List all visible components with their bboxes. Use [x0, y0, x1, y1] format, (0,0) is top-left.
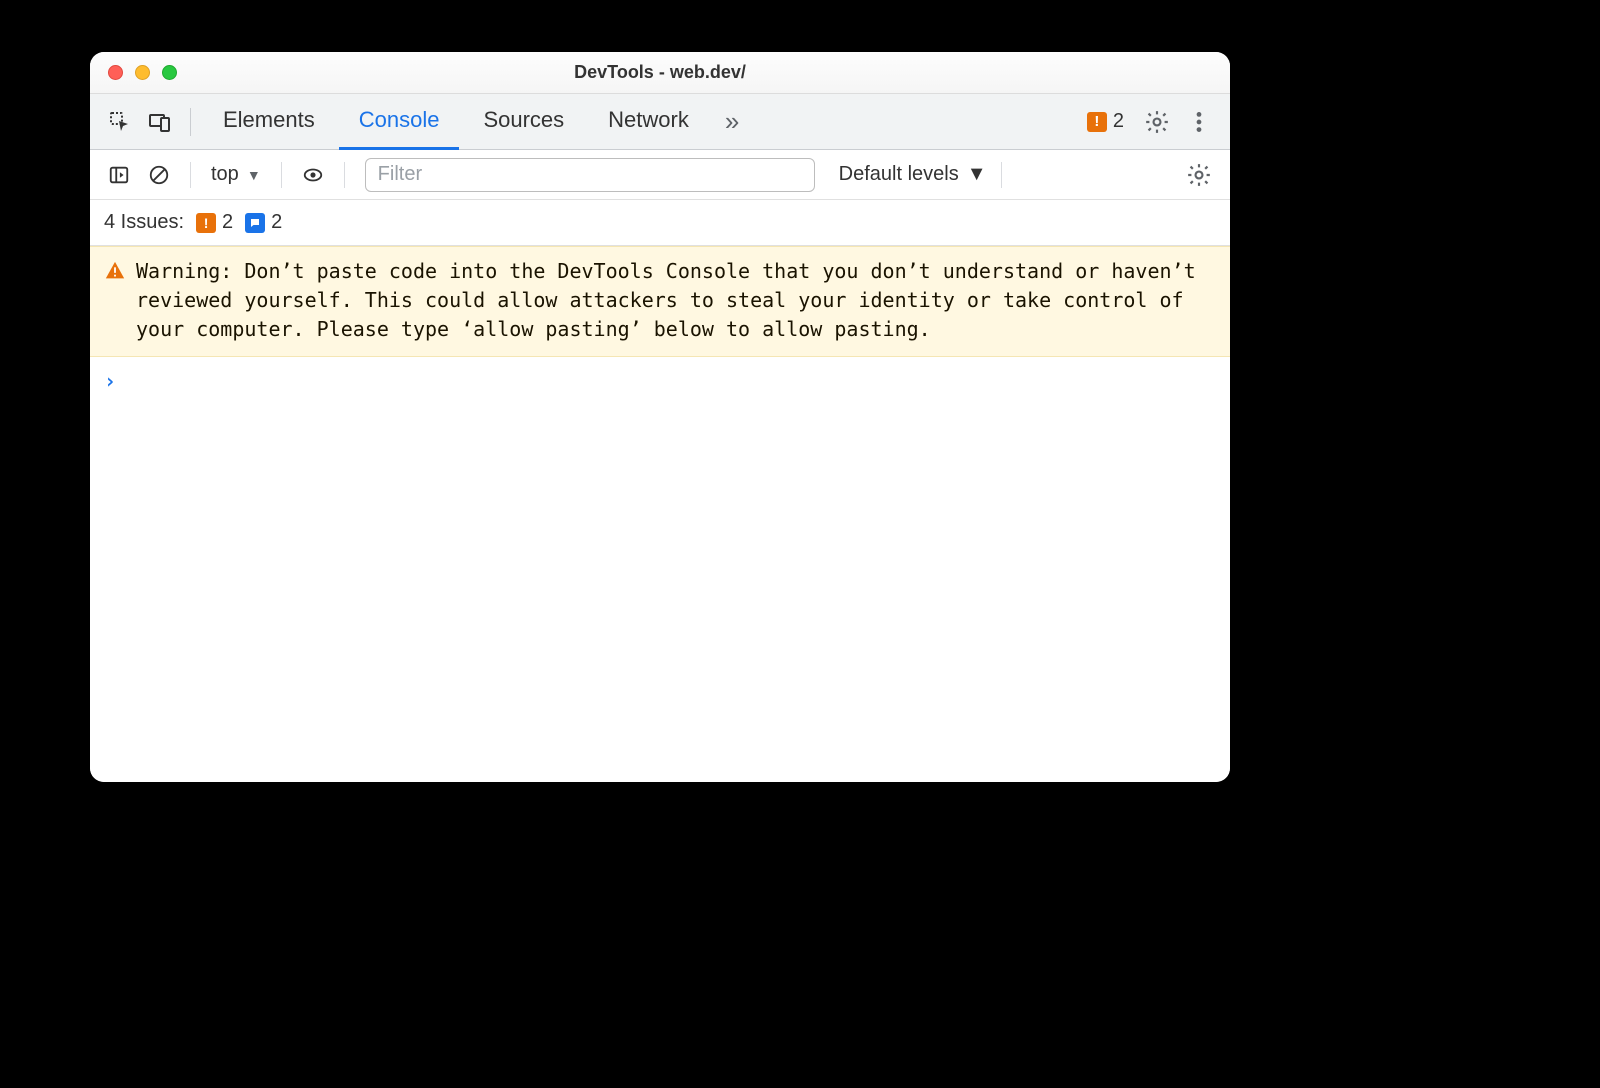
issues-label: 4 Issues:	[104, 211, 184, 234]
minimize-window-button[interactable]	[135, 65, 150, 80]
tab-label: Sources	[483, 107, 564, 133]
self-xss-warning: Warning: Don’t paste code into the DevTo…	[90, 246, 1230, 357]
titlebar: DevTools - web.dev/	[90, 52, 1230, 94]
tab-label: Network	[608, 107, 689, 133]
warning-badge-icon: !	[1087, 112, 1107, 132]
divider	[281, 162, 282, 188]
settings-button[interactable]	[1138, 103, 1176, 141]
divider	[190, 162, 191, 188]
devtools-window: DevTools - web.dev/ Elements Console Sou…	[90, 52, 1230, 782]
console-prompt[interactable]: ›	[90, 357, 1230, 405]
filter-input[interactable]	[365, 158, 815, 192]
warning-badge-icon: !	[196, 213, 216, 233]
console-toolbar: top ▼ Default levels ▼	[90, 150, 1230, 200]
issues-count: 2	[1113, 110, 1124, 133]
tab-elements[interactable]: Elements	[203, 94, 335, 150]
levels-label: Default levels	[839, 163, 959, 186]
warning-count: 2	[222, 211, 233, 234]
divider	[344, 162, 345, 188]
info-count: 2	[271, 211, 282, 234]
inspect-element-icon[interactable]	[102, 104, 138, 140]
info-issues-badge[interactable]: 2	[245, 211, 282, 234]
toggle-sidebar-button[interactable]	[102, 158, 136, 192]
console-settings-button[interactable]	[1180, 156, 1218, 194]
zoom-window-button[interactable]	[162, 65, 177, 80]
tab-label: Console	[359, 107, 440, 133]
info-badge-icon	[245, 213, 265, 233]
clear-console-button[interactable]	[142, 158, 176, 192]
prompt-chevron-icon: ›	[104, 369, 116, 393]
warning-text: Warning: Don’t paste code into the DevTo…	[136, 257, 1216, 344]
warning-triangle-icon	[104, 260, 126, 282]
window-title: DevTools - web.dev/	[90, 62, 1230, 83]
devtools-tabstrip: Elements Console Sources Network » ! 2	[90, 94, 1230, 150]
issues-summary-bar[interactable]: 4 Issues: ! 2 2	[90, 200, 1230, 246]
log-levels-selector[interactable]: Default levels ▼	[839, 163, 987, 186]
dropdown-icon: ▼	[967, 163, 987, 186]
tab-sources[interactable]: Sources	[463, 94, 584, 150]
console-output: Warning: Don’t paste code into the DevTo…	[90, 246, 1230, 782]
window-controls	[90, 65, 177, 80]
context-selector[interactable]: top ▼	[205, 161, 267, 188]
tab-network[interactable]: Network	[588, 94, 709, 150]
divider	[1001, 162, 1002, 188]
divider	[190, 108, 191, 136]
tab-console[interactable]: Console	[339, 94, 460, 150]
issues-indicator[interactable]: ! 2	[1087, 110, 1124, 133]
warning-issues-badge[interactable]: ! 2	[196, 211, 233, 234]
dropdown-icon: ▼	[247, 167, 261, 183]
more-tabs-icon[interactable]: »	[713, 106, 751, 137]
more-options-button[interactable]	[1180, 103, 1218, 141]
tab-label: Elements	[223, 107, 315, 133]
context-label: top	[211, 163, 239, 186]
live-expression-button[interactable]	[296, 158, 330, 192]
close-window-button[interactable]	[108, 65, 123, 80]
device-toolbar-icon[interactable]	[142, 104, 178, 140]
